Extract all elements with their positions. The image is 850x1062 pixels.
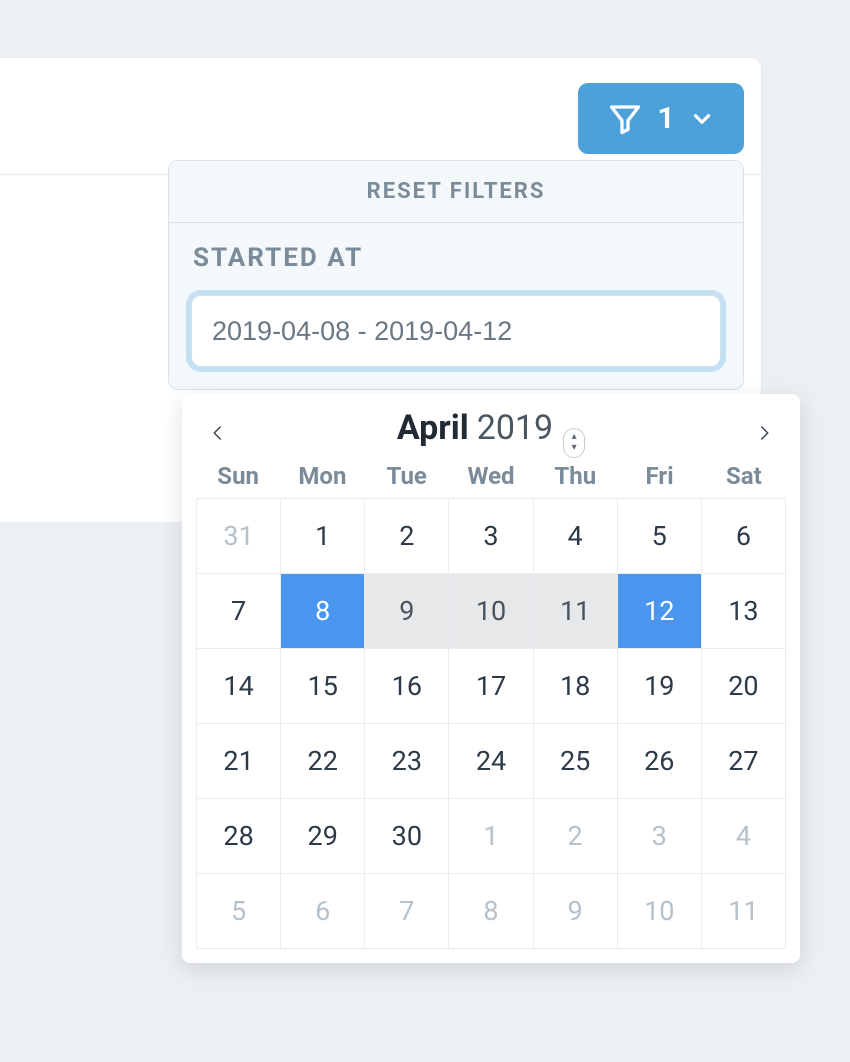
calendar-day[interactable]: 7 <box>365 874 449 949</box>
calendar-day[interactable]: 19 <box>618 649 702 724</box>
calendar-day[interactable]: 1 <box>449 799 533 874</box>
calendar-day[interactable]: 17 <box>449 649 533 724</box>
calendar-grid: 3112345678910111213141516171819202122232… <box>196 498 786 949</box>
calendar-day[interactable]: 3 <box>618 799 702 874</box>
calendar-day[interactable]: 1 <box>281 499 365 574</box>
calendar-day[interactable]: 12 <box>618 574 702 649</box>
funnel-icon <box>607 101 643 137</box>
calendar-weekday-row: SunMonTueWedThuFriSat <box>182 460 800 498</box>
calendar-day[interactable]: 26 <box>618 724 702 799</box>
calendar-day[interactable]: 16 <box>365 649 449 724</box>
calendar-day[interactable]: 23 <box>365 724 449 799</box>
calendar-day[interactable]: 8 <box>281 574 365 649</box>
calendar-day[interactable]: 10 <box>449 574 533 649</box>
chevron-down-icon <box>689 106 715 132</box>
calendar-day[interactable]: 18 <box>534 649 618 724</box>
calendar-day[interactable]: 2 <box>365 499 449 574</box>
calendar-day[interactable]: 5 <box>197 874 281 949</box>
prev-month-button[interactable] <box>204 419 232 447</box>
calendar-day[interactable]: 10 <box>618 874 702 949</box>
calendar-day[interactable]: 24 <box>449 724 533 799</box>
calendar-day[interactable]: 31 <box>197 499 281 574</box>
calendar-weekday: Fri <box>617 462 701 490</box>
calendar-day[interactable]: 5 <box>618 499 702 574</box>
year-spinner[interactable]: ▴ ▾ <box>563 428 585 458</box>
date-range-input[interactable] <box>191 295 721 367</box>
calendar-day[interactable]: 6 <box>281 874 365 949</box>
reset-filters-button[interactable]: RESET FILTERS <box>169 161 743 223</box>
filters-panel: RESET FILTERS STARTED AT <box>168 160 744 390</box>
calendar-weekday: Thu <box>533 462 617 490</box>
calendar-day[interactable]: 9 <box>534 874 618 949</box>
calendar-day[interactable]: 15 <box>281 649 365 724</box>
calendar-title: April 2019 ▴ ▾ <box>397 408 585 458</box>
calendar-day[interactable]: 25 <box>534 724 618 799</box>
calendar-weekday: Mon <box>280 462 364 490</box>
calendar-month[interactable]: April <box>397 408 469 448</box>
calendar-day[interactable]: 22 <box>281 724 365 799</box>
filter-button[interactable]: 1 <box>578 83 744 154</box>
calendar-day[interactable]: 2 <box>534 799 618 874</box>
calendar-year[interactable]: 2019 <box>477 408 553 448</box>
next-month-button[interactable] <box>750 419 778 447</box>
calendar-day[interactable]: 20 <box>702 649 786 724</box>
calendar-day[interactable]: 7 <box>197 574 281 649</box>
filter-count: 1 <box>657 101 674 136</box>
calendar-day[interactable]: 4 <box>534 499 618 574</box>
chevron-up-icon: ▴ <box>572 432 577 442</box>
calendar-day[interactable]: 28 <box>197 799 281 874</box>
calendar-weekday: Tue <box>365 462 449 490</box>
calendar-day[interactable]: 29 <box>281 799 365 874</box>
calendar-day[interactable]: 21 <box>197 724 281 799</box>
calendar-weekday: Wed <box>449 462 533 490</box>
calendar-weekday: Sat <box>702 462 786 490</box>
calendar-day[interactable]: 13 <box>702 574 786 649</box>
calendar-day[interactable]: 4 <box>702 799 786 874</box>
calendar-day[interactable]: 30 <box>365 799 449 874</box>
calendar-day[interactable]: 8 <box>449 874 533 949</box>
date-picker: April 2019 ▴ ▾ SunMonTueWedThuFriSat 311… <box>182 394 800 963</box>
calendar-day[interactable]: 6 <box>702 499 786 574</box>
calendar-day[interactable]: 11 <box>534 574 618 649</box>
calendar-day[interactable]: 11 <box>702 874 786 949</box>
calendar-weekday: Sun <box>196 462 280 490</box>
filter-section-label: STARTED AT <box>169 223 743 273</box>
calendar-day[interactable]: 14 <box>197 649 281 724</box>
chevron-down-icon: ▾ <box>572 443 577 453</box>
calendar-day[interactable]: 27 <box>702 724 786 799</box>
calendar-day[interactable]: 3 <box>449 499 533 574</box>
calendar-day[interactable]: 9 <box>365 574 449 649</box>
